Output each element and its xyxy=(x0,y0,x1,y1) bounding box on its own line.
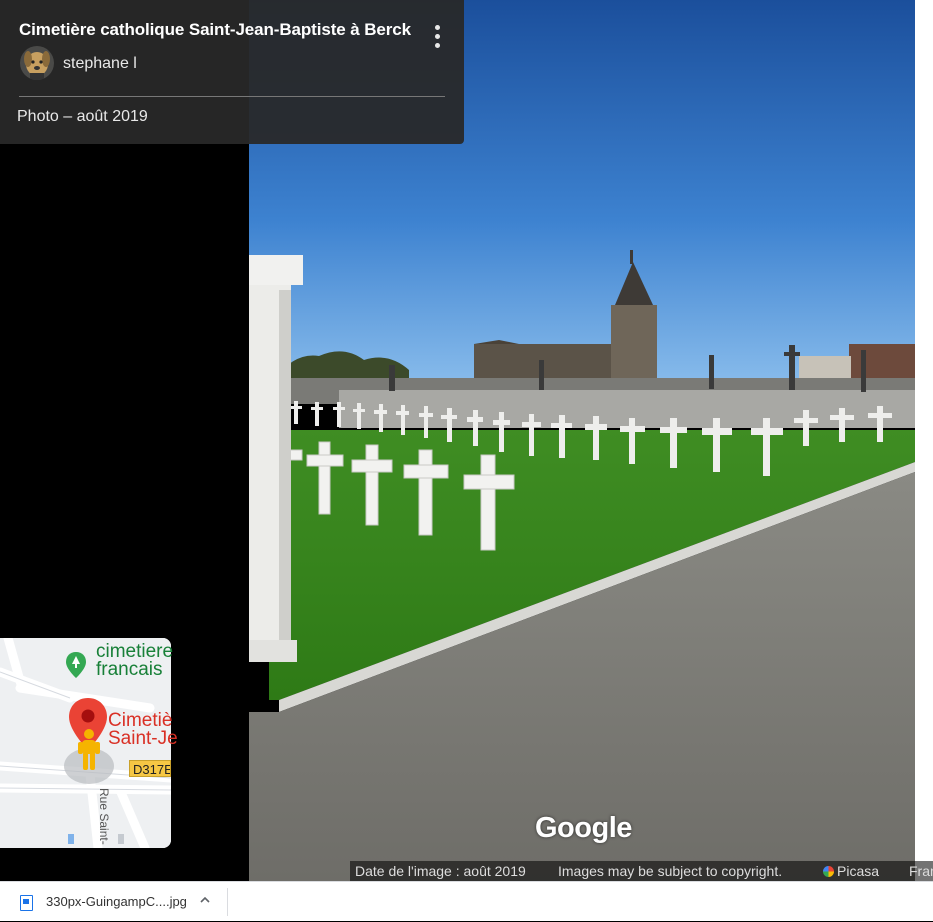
photo-author-link[interactable]: stephane l xyxy=(63,55,137,73)
download-separator xyxy=(227,888,228,916)
download-file-name: 330px-GuingampC....jpg xyxy=(46,894,187,909)
picasa-link[interactable]: Picasa xyxy=(823,861,879,881)
picasa-icon xyxy=(823,865,834,877)
pegman-icon[interactable] xyxy=(76,728,102,772)
image-date: Date de l'image : août 2019 xyxy=(355,863,526,879)
download-bar: 330px-GuingampC....jpg xyxy=(0,881,933,921)
copyright-notice[interactable]: Images may be subject to copyright. xyxy=(558,861,782,881)
country-label[interactable]: Fran xyxy=(909,861,933,881)
viewer-edge xyxy=(915,0,933,881)
street-label: Rue Saint- xyxy=(97,788,111,845)
more-vert-icon[interactable] xyxy=(428,22,448,52)
photo-viewer[interactable]: Cimetière catholique Saint-Jean-Baptiste… xyxy=(0,0,933,881)
picasa-label: Picasa xyxy=(837,863,880,879)
minimap-poi-label-green: cimetiere francais xyxy=(96,641,174,680)
place-title[interactable]: Cimetière catholique Saint-Jean-Baptiste… xyxy=(19,20,411,40)
image-file-icon xyxy=(20,895,33,911)
minimap-poi-label-red: Cimetiè Saint-Je xyxy=(108,710,178,749)
photo-info-card: Cimetière catholique Saint-Jean-Baptiste… xyxy=(0,0,464,144)
photo-date: Photo – août 2019 xyxy=(17,108,148,125)
attribution-bar: Date de l'image : août 2019 Images may b… xyxy=(350,861,933,881)
chevron-up-icon[interactable] xyxy=(198,893,212,907)
dog-avatar-icon[interactable] xyxy=(20,46,54,80)
google-watermark: Google xyxy=(535,812,632,844)
card-divider xyxy=(19,96,445,97)
road-shield: D317E xyxy=(129,760,171,777)
download-item[interactable]: 330px-GuingampC....jpg xyxy=(8,882,228,922)
green-poi-icon xyxy=(66,652,86,678)
